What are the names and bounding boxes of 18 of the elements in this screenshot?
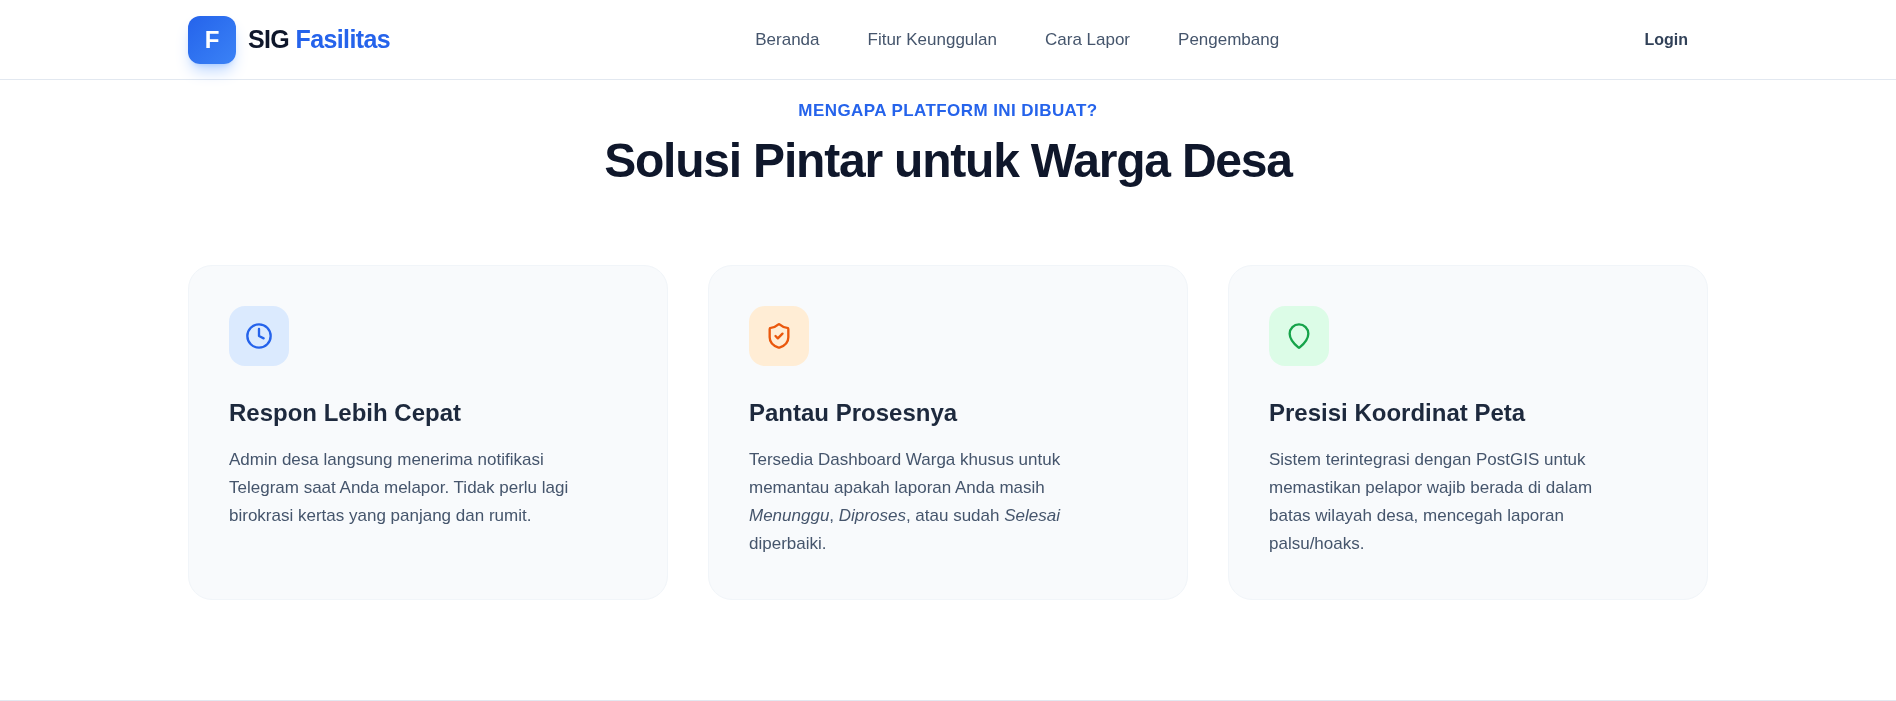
brand-name: SIG Fasilitas bbox=[248, 23, 390, 55]
logo-mark: F bbox=[188, 15, 236, 64]
card-description: Tersedia Dashboard Warga khusus untuk memantau apakah laporan Anda masih Menunggu, Diproses, atau sudah Selesai diperbaiki. bbox=[749, 449, 1062, 555]
card-title: Presisi Koordinat Peta bbox=[1269, 398, 1526, 428]
nav-link[interactable]: Beranda bbox=[755, 26, 820, 53]
card-description: Admin desa langsung menerima notifikasi Telegram saat Anda melapor. Tidak perlu lagi birokrasi kertas yang panjang dan rumit. bbox=[229, 449, 570, 527]
login-button[interactable]: Login bbox=[1644, 27, 1688, 52]
nav-link[interactable]: Cara Lapor bbox=[1045, 26, 1131, 53]
section-heading: Solusi Pintar untuk Warga Desa bbox=[604, 133, 1292, 189]
card-title: Pantau Prosesnya bbox=[749, 398, 958, 428]
card-title: Respon Lebih Cepat bbox=[229, 398, 462, 428]
location-pin-icon bbox=[1269, 306, 1329, 366]
nav-link[interactable]: Fitur Keunggulan bbox=[867, 26, 997, 53]
shield-check-icon bbox=[749, 306, 809, 366]
clock-icon bbox=[229, 306, 289, 366]
card-description: Sistem terintegrasi dengan PostGIS untuk memastikan pelapor wajib berada di dalam batas wilayah desa, mencegah laporan palsu/hoaks. bbox=[1269, 449, 1594, 555]
section-eyebrow: MENGAPA PLATFORM INI DIBUAT? bbox=[798, 100, 1098, 122]
nav-link[interactable]: Pengembang bbox=[1178, 26, 1280, 53]
